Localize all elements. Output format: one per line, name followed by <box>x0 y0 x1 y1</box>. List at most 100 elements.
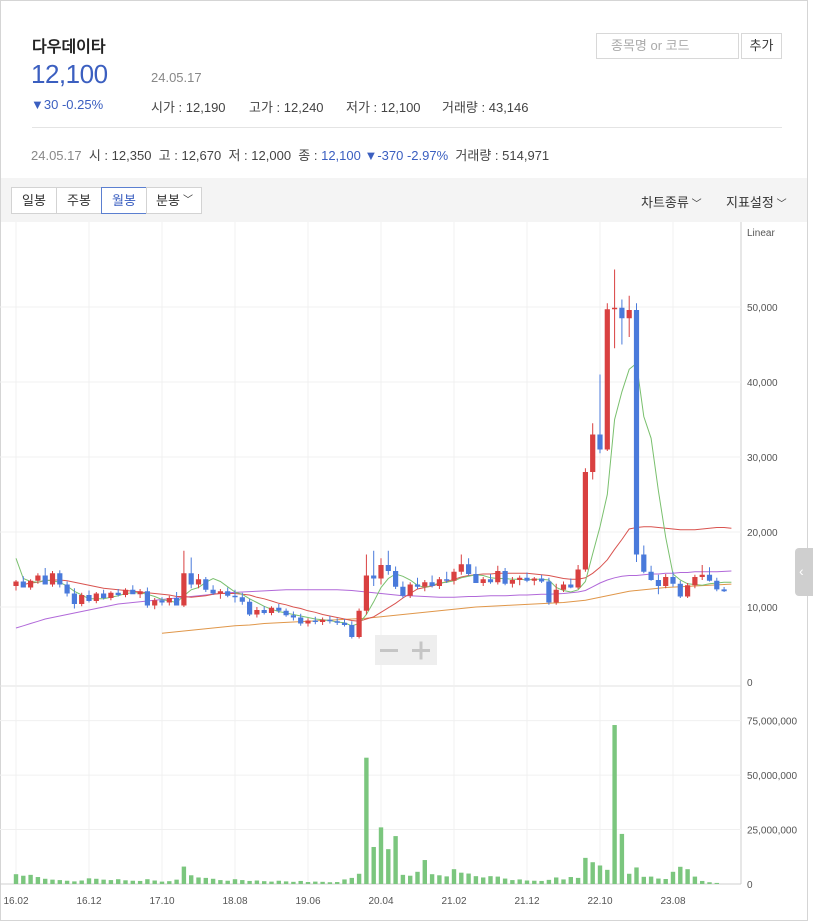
candle-body <box>268 607 275 613</box>
volume-bar <box>444 876 449 884</box>
candle-body <box>35 575 41 581</box>
volume-bar <box>517 879 522 884</box>
volume-bar <box>685 869 690 884</box>
high-label: 고가 <box>249 100 273 115</box>
indicator-settings-menu[interactable]: 지표설정 ﹀ <box>726 192 787 211</box>
price-tick-label: 30,000 <box>747 453 778 464</box>
candle-body <box>451 571 457 581</box>
candle-body <box>378 565 384 579</box>
tab-weekly[interactable]: 주봉 <box>56 187 102 214</box>
stock-search-input[interactable]: 종목명 or 코드 <box>596 33 739 59</box>
tab-monthly[interactable]: 월봉 <box>101 187 147 214</box>
x-tick-label: 19.06 <box>295 896 320 907</box>
candle-body <box>385 565 391 571</box>
volume-bar <box>641 876 646 884</box>
candle-body <box>590 434 596 472</box>
candle-body <box>604 309 610 450</box>
candle-body <box>524 577 530 581</box>
volume-bar <box>524 880 530 884</box>
volume-bar <box>35 877 41 884</box>
candle-body <box>305 620 311 624</box>
add-button[interactable]: 추가 <box>741 33 782 59</box>
volume-bar <box>627 873 632 884</box>
prev-volume-label: 거래량 <box>455 148 492 163</box>
candle-body <box>641 554 647 572</box>
prev-close-label: 종 <box>298 148 311 163</box>
volume-bar <box>539 880 544 884</box>
prev-low-label: 저 <box>228 148 241 163</box>
indicator-settings-label: 지표설정 <box>726 195 774 210</box>
candle-body <box>217 591 223 594</box>
volume-bar <box>240 880 245 884</box>
volume-bar <box>364 757 369 884</box>
candle-body <box>181 573 187 606</box>
candle-body <box>400 586 406 596</box>
prev-volume: 514,971 <box>502 148 550 163</box>
x-tick-label: 21.12 <box>514 896 539 907</box>
volume-bar <box>79 880 84 884</box>
candle-body <box>188 573 194 585</box>
volume-bar <box>583 857 588 884</box>
candle-body <box>247 601 253 615</box>
low-label: 저가 <box>346 100 370 115</box>
candle-body <box>670 577 676 584</box>
tab-daily[interactable]: 일봉 <box>11 187 57 214</box>
candle-body <box>626 310 632 319</box>
candle-body <box>568 584 574 588</box>
volume-bar <box>590 862 595 884</box>
volume-bar <box>254 880 260 884</box>
chart-type-menu[interactable]: 차트종류 ﹀ <box>641 192 702 211</box>
prev-open: 12,350 <box>111 148 152 163</box>
candle-body <box>706 574 713 581</box>
chart-type-label: 차트종류 <box>641 195 689 210</box>
candle-body <box>225 591 231 596</box>
price-tick-label: 20,000 <box>747 528 778 539</box>
candle-body <box>531 578 537 581</box>
volume-label: 거래량 <box>442 100 478 115</box>
tab-minute[interactable]: 분봉 ﹀ <box>146 187 202 214</box>
candle-body <box>71 593 77 604</box>
x-tick-label: 23.08 <box>660 896 685 907</box>
candle-body <box>210 589 216 594</box>
candle-body <box>619 307 625 319</box>
prev-low: 12,000 <box>251 148 292 163</box>
chevron-left-icon: ‹ <box>799 563 804 579</box>
candle-body <box>714 580 720 590</box>
volume-bar <box>28 874 33 884</box>
volume-bar <box>247 880 252 884</box>
chevron-down-icon: ﹀ <box>773 199 787 210</box>
candle-body <box>495 571 501 583</box>
volume-bar <box>86 878 92 884</box>
stock-chart[interactable]: 16.02 16.12 17.10 18.08 19.06 20.04 21.02 21.12… <box>0 222 808 922</box>
candle-body <box>597 434 603 450</box>
volume-bar <box>415 871 420 884</box>
candle-body <box>49 573 56 585</box>
side-panel-toggle[interactable]: ‹ <box>795 548 813 596</box>
candle-body <box>612 307 618 310</box>
volume-bar <box>495 876 500 884</box>
volume-bar <box>700 880 705 884</box>
volume-bar <box>181 866 187 884</box>
candle-body <box>261 610 267 613</box>
candle-body <box>466 564 472 574</box>
prev-open-label: 시 <box>88 148 101 163</box>
candle-body <box>436 579 442 586</box>
candle-body <box>480 579 486 583</box>
volume-bar <box>597 865 603 884</box>
candle-body <box>115 592 121 595</box>
volume-bar <box>393 836 398 884</box>
candle-body <box>487 579 494 583</box>
zoom-out-icon[interactable] <box>380 649 398 652</box>
zoom-controls[interactable] <box>375 635 437 665</box>
volume-bar <box>678 866 683 884</box>
candle-body <box>560 584 567 590</box>
candle-body <box>341 622 348 625</box>
prev-close: 12,100 <box>321 148 361 163</box>
volume-bar <box>488 876 493 884</box>
volume-bar <box>313 881 318 884</box>
volume-bar <box>225 880 230 884</box>
candle-body <box>86 595 92 601</box>
volume-bar <box>305 882 311 884</box>
volume-bar <box>13 874 19 884</box>
candle-body <box>648 571 654 580</box>
